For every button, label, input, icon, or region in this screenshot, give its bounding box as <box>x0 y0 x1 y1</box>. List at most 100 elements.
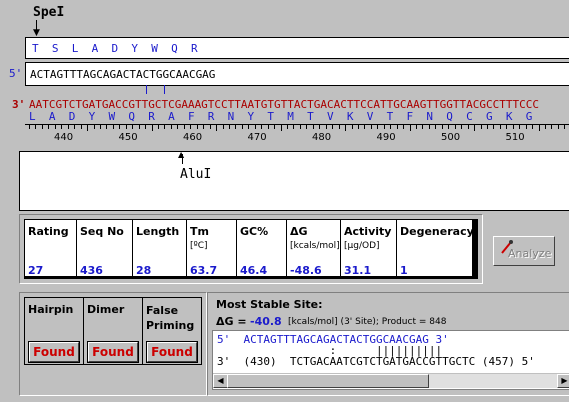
primer-sequence[interactable]: ACTAGTTTAGCAGACTACTGGCAACGAG <box>30 68 215 81</box>
stats-value: 1 <box>400 264 408 277</box>
scroll-right-button[interactable]: ▶ <box>557 374 569 388</box>
stats-header-unit: [kcals/mol] <box>290 241 340 251</box>
hairpin-found-button[interactable]: Found <box>28 341 80 363</box>
ruler-tick <box>190 125 192 129</box>
stats-header: Seq No <box>80 225 124 238</box>
ruler-label: 470 <box>247 132 267 143</box>
ruler-tick <box>454 125 456 129</box>
ruler-tick <box>390 125 392 129</box>
ruler-tick <box>409 125 411 131</box>
ruler-tick <box>209 125 211 129</box>
hairpin-cell: Hairpin Found <box>24 297 84 365</box>
protein-translation-text: T S L A D Y W Q R <box>32 42 198 55</box>
ruler-tick <box>61 125 63 129</box>
stats-header: GC% <box>240 225 269 238</box>
ruler-tick <box>545 125 546 129</box>
stats-cell-activity: Activity [µg/OD] 31.1 <box>341 220 396 277</box>
stats-value: 63.7 <box>190 264 218 277</box>
ruler-label: 440 <box>54 132 74 143</box>
stats-header: Tm <box>190 225 209 238</box>
ruler-tick <box>87 125 89 131</box>
scroll-left-button[interactable]: ◀ <box>213 374 228 388</box>
alui-label[interactable]: AluI <box>180 167 211 182</box>
dimer-cell: Dimer Found <box>83 297 143 365</box>
horizontal-scrollbar[interactable]: ◀ ▶ <box>213 373 569 388</box>
ruler-tick <box>164 125 166 129</box>
stats-header: Rating <box>28 225 69 238</box>
ruler-tick <box>499 125 501 129</box>
analyze-button-label: Analyze <box>508 247 552 260</box>
match-bar-2 <box>164 85 165 94</box>
ruler-tick <box>441 125 443 129</box>
ruler-tick <box>93 125 95 129</box>
ruler-label: 510 <box>505 132 525 143</box>
ruler-tick <box>74 125 76 129</box>
ruler-tick <box>99 125 101 129</box>
ruler-tick <box>54 125 56 129</box>
dimer-label: Dimer <box>87 303 125 316</box>
dimer-found-button[interactable]: Found <box>87 341 139 363</box>
delta-g-value: -40.8 <box>250 315 282 328</box>
ruler-tick <box>370 125 372 129</box>
ruler-tick <box>377 125 379 129</box>
ruler-tick <box>351 125 353 129</box>
ruler-tick <box>332 125 334 129</box>
ruler-label: 480 <box>312 132 332 143</box>
ruler-tick <box>564 125 566 129</box>
ruler-tick <box>461 125 463 129</box>
ruler-tick <box>112 125 114 129</box>
spei-label[interactable]: SpeI <box>33 5 64 20</box>
ruler-tick <box>48 125 50 129</box>
ruler-tick <box>183 125 185 129</box>
checks-panel: Hairpin Found Dimer Found False Priming … <box>19 292 207 396</box>
ruler-tick <box>306 125 308 129</box>
ruler-tick <box>512 125 514 129</box>
ruler-tick <box>474 125 476 131</box>
ruler-tick <box>422 125 424 129</box>
false-priming-label: False Priming <box>146 304 195 332</box>
stats-value: 436 <box>80 264 103 277</box>
ruler-tick <box>235 125 237 129</box>
primer-box: ACTAGTTTAGCAGACTACTGGCAACGAG <box>25 62 569 86</box>
ruler-tick <box>177 125 179 129</box>
stable-site-title: Most Stable Site: <box>216 298 323 311</box>
ruler-tick <box>196 125 198 129</box>
alui-arrow-head: ▲ <box>178 150 185 159</box>
template-3-prime-label: 3' <box>12 98 26 111</box>
ruler-tick <box>486 125 488 129</box>
ruler-tick <box>519 125 521 129</box>
ruler-tick <box>216 125 218 131</box>
protein-translation-box: T S L A D Y W Q R <box>25 37 569 59</box>
ruler-tick <box>170 125 172 129</box>
stats-cell-gc-: GC% 46.4 <box>237 220 286 277</box>
stats-header-unit: [µg/OD] <box>344 241 380 251</box>
ruler-tick <box>551 125 553 129</box>
delta-g-unit: [kcals/mol] (3' Site); Product = 848 <box>288 317 447 327</box>
ruler-tick <box>319 125 321 129</box>
stats-value: 28 <box>136 264 152 277</box>
stats-cell-rating: Rating 27 <box>25 220 76 277</box>
scroll-thumb[interactable] <box>227 374 429 388</box>
stats-header: Activity <box>344 225 392 238</box>
ruler-tick <box>287 125 288 129</box>
false-priming-cell: False Priming Found <box>142 297 202 365</box>
stats-value: 46.4 <box>240 264 268 277</box>
ruler-tick <box>448 125 450 129</box>
stats-header: ΔG <box>290 225 308 238</box>
ruler-tick <box>525 125 527 129</box>
stats-value: 31.1 <box>344 264 372 277</box>
ruler-label: 500 <box>441 132 461 143</box>
ruler-tick <box>35 125 37 129</box>
stats-header: Length <box>136 225 180 238</box>
alignment-box: 5' ACTAGTTTAGCAGACTACTGGCAACGAG 3' : |||… <box>212 330 569 390</box>
analyze-button[interactable]: Analyze <box>493 236 555 266</box>
ruler-tick <box>222 125 224 129</box>
ruler-tick <box>396 125 398 129</box>
ruler-tick <box>248 125 250 129</box>
hairpin-found-label: Found <box>29 342 79 362</box>
ruler-label: 490 <box>376 132 396 143</box>
ruler-tick <box>67 125 69 129</box>
false-priming-found-button[interactable]: Found <box>146 341 198 363</box>
stats-cell--g: ΔG [kcals/mol] -48.6 <box>287 220 340 277</box>
ruler-tick <box>480 125 482 129</box>
